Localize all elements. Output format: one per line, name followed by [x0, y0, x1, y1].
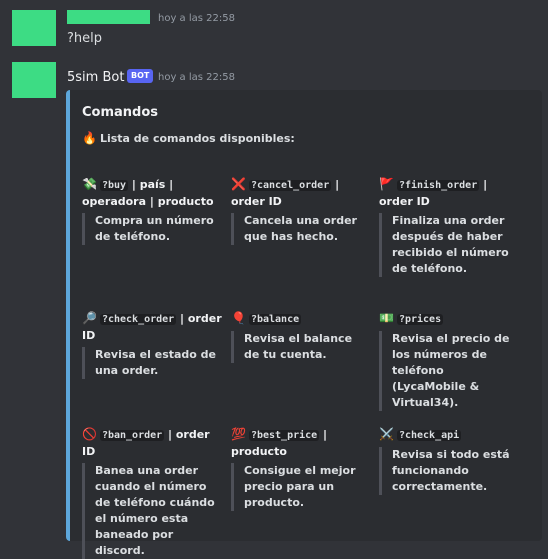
field-value: Compra un número de teléfono. [82, 213, 222, 245]
field-prices: 💵 ?prices Revisa el precio de los números… [379, 310, 519, 411]
field-check-order: 🔎 ?check_order | order ID Revisa el estad… [82, 311, 222, 379]
embed-description: 🔥 Lista de comandos disponibles: [82, 131, 295, 145]
user-avatar[interactable] [12, 10, 56, 46]
field-ban-order: 🚫 ?ban_order | order ID Banea una order c… [82, 426, 222, 559]
red-flag-icon: 🚩 [379, 177, 394, 191]
bot-username[interactable]: 5sim Bot [67, 70, 124, 85]
field-value: Finaliza una order después de haber reci… [379, 213, 519, 277]
prohibited-icon: 🚫 [82, 427, 97, 441]
commands-embed: Comandos 🔥 Lista de comandos disponibles:… [66, 90, 542, 559]
field-buy: 💸 ?buy | país | operadora | producto Comp… [82, 176, 222, 245]
field-value: Revisa el balance de tu cuenta. [231, 331, 371, 363]
bot-avatar[interactable] [12, 62, 56, 98]
command-code: ?prices [396, 314, 444, 325]
command-code: ?best_price [248, 430, 320, 441]
command-code: ?buy [99, 180, 129, 191]
message-timestamp: hoy a las 22:58 [158, 72, 235, 83]
money-with-wings-icon: 💸 [82, 177, 97, 191]
command-code: ?ban_order [99, 430, 165, 441]
command-code: ?cancel_order [248, 180, 332, 191]
field-cancel-order: ❌ ?cancel_order | order ID Cancela una or… [231, 176, 371, 245]
field-balance: 🎈 ?balance Revisa el balance de tu cuenta… [231, 310, 371, 363]
crossed-swords-icon: ⚔️ [379, 427, 394, 441]
field-value: Cancela una order que has hecho. [231, 213, 371, 245]
message-content: ?help [67, 31, 103, 46]
field-check-api: ⚔️ ?check_api Revisa si todo está funcion… [379, 426, 519, 495]
field-value: Revisa el precio de los números de teléf… [379, 331, 519, 411]
message-timestamp: hoy a las 22:58 [158, 13, 235, 24]
bot-badge: BOT [127, 69, 154, 83]
hundred-points-icon: 💯 [231, 427, 246, 441]
balloon-icon: 🎈 [231, 311, 246, 325]
field-best-price: 💯 ?best_price | producto Consigue el mejo… [231, 426, 371, 511]
command-code: ?check_order [99, 314, 177, 325]
command-code: ?finish_order [396, 180, 480, 191]
command-code: ?check_api [396, 430, 462, 441]
field-value: Revisa el estado de una order. [82, 347, 222, 379]
magnifier-icon: 🔎 [82, 311, 97, 325]
field-value: Revisa si todo está funcionando correcta… [379, 447, 519, 495]
embed-title: Comandos [82, 105, 159, 120]
field-finish-order: 🚩 ?finish_order | order ID Finaliza una o… [379, 176, 519, 277]
cross-mark-icon: ❌ [231, 177, 246, 191]
command-code: ?balance [248, 314, 302, 325]
username-redacted[interactable] [67, 10, 150, 24]
field-value: Banea una order cuando el número de telé… [82, 463, 222, 559]
field-value: Consigue el mejor precio para un product… [231, 463, 371, 511]
dollar-banknote-icon: 💵 [379, 311, 394, 325]
embed-description-text: Lista de comandos disponibles: [99, 132, 295, 145]
fire-icon: 🔥 [82, 131, 97, 145]
